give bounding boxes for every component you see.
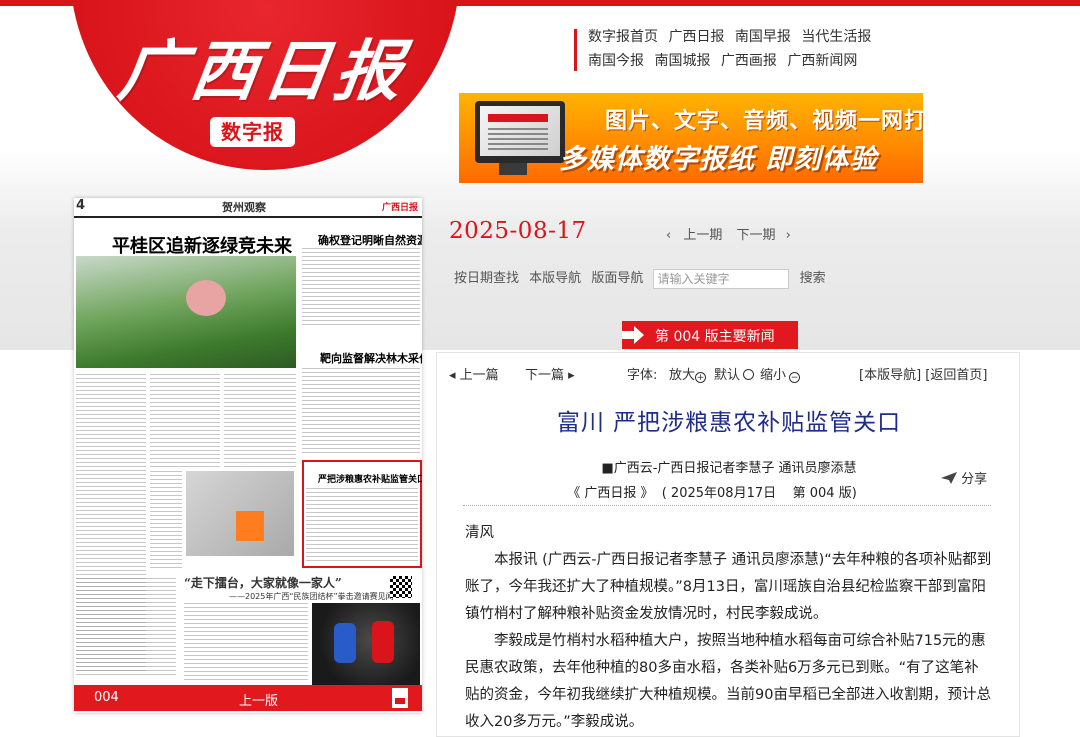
article-nav-links[interactable]: [本版导航] [返回首页] [859,364,987,383]
paper-photo-boxing [312,603,420,685]
multimedia-banner[interactable]: 图片、文字、音频、视频一网打尽! 多媒体数字报纸 即刻体验 [459,93,923,183]
top-nav: 数字报首页 广西日报 南国早报 当代生活报 南国今报 南国城报 广西画报 广西新… [574,26,888,74]
article-paragraph: 李毅成是竹梢村水稻种植大户，按照当地种植水稻每亩可综合补贴715元的惠民惠农政策… [465,633,991,730]
next-issue-link[interactable]: 下一期 [737,228,776,243]
paper-right-title-2[interactable]: 靶向监督解决林木采伐办证难 [320,350,422,366]
paper-lower-title[interactable]: “走下擂台，大家就像一家人” [184,574,342,591]
paper-right-title-1[interactable]: 确权登记明晰自然资源产权 [318,232,422,248]
article-paragraph: 本报讯 (广西云-广西日报记者李慧子 通讯员廖添慧)“去年种粮的各项补贴都到账了… [465,552,992,622]
paper-header: 4 贺州观察 广西日报 [74,198,422,218]
nav-link-nanguo-city[interactable]: 南国城报 [654,53,710,69]
paper-logo: 广西日报 [381,203,418,213]
qr-code-icon [390,576,412,598]
site-logo[interactable]: 广西日报 [113,18,426,114]
search-by-date-link[interactable]: 按日期查找 [454,271,519,286]
nav-link-contemporary-life[interactable]: 当代生活报 [801,29,871,45]
nav-link-nanguo-morning[interactable]: 南国早报 [735,29,791,45]
text-column [302,368,420,456]
paper-photo-greenhouse [76,256,296,368]
article-byline: ■广西云-广西日报记者李慧子 通讯员廖添慧 [601,461,857,476]
newspaper-page-thumbnail[interactable]: 4 贺州观察 广西日报 平桂区追新逐绿竞未来 确权登记明晰自然资源产权 靶向监督… [74,198,422,713]
paper-footer-page: 004 [94,690,119,705]
paper-highlight-title[interactable]: 严把涉粮惠农补贴监管关口 [318,472,422,485]
nav-row-1: 数字报首页 广西日报 南国早报 当代生活报 [588,26,888,50]
chevron-right-icon[interactable]: › [786,228,791,243]
issue-nav: ‹ 上一期 下一期 › [666,224,791,243]
article-body: 清风 本报讯 (广西云-广西日报记者李慧子 通讯员廖添慧)“去年种粮的各项补贴都… [465,520,993,736]
article-source: 《 广西日报 》 ( 2025年08月17日 第 004 版) [567,486,857,501]
text-column [150,471,182,569]
paper-main-title[interactable]: 平桂区追新逐绿竞未来 [112,232,292,258]
font-smaller-button[interactable]: 缩小 − [760,364,801,383]
version-news-tag: 第 004 版主要新闻 [622,321,798,349]
arrow-right-icon [622,326,644,344]
monitor-stand [499,163,527,175]
prev-page-link[interactable]: 上一版 [239,690,278,709]
article-headline: 富川 严把涉粮惠农补贴监管关口 [556,410,902,436]
nav-row-2: 南国今报 南国城报 广西画报 广西新闻网 [588,50,888,74]
logo-subtitle: 数字报 [210,117,295,147]
search-row: 按日期查找 本版导航 版面导航 请输入关键字 搜索 [454,267,832,289]
issue-date: 2025-08-17 [449,218,587,244]
paper-photo-workshop [186,471,294,556]
font-default-button[interactable]: 默认 [714,364,755,383]
text-column [150,374,220,468]
text-column [302,248,420,326]
article-column-label: 清风 [465,525,494,541]
nav-link-nanguo-today[interactable]: 南国今报 [588,53,644,69]
prev-issue-link[interactable]: 上一期 [683,228,722,243]
nav-link-guangxi-pictorial[interactable]: 广西画报 [721,53,777,69]
next-article-link[interactable]: 下一篇 ▸ [525,364,575,383]
monitor-icon [475,101,565,163]
page-nav-link[interactable]: 本版导航 [529,271,581,286]
banner-line-1: 图片、文字、音频、视频一网打尽! [605,109,923,134]
nav-link-guangxi-daily[interactable]: 广西日报 [668,29,724,45]
nav-link-gxnews[interactable]: 广西新闻网 [787,53,857,69]
search-button[interactable]: 搜索 [800,271,826,286]
paper-lower-subtitle: ——2025年广西“民族团结杯”拳击邀请赛见闻 [229,592,394,601]
text-column [306,488,418,564]
nav-divider [574,29,577,71]
search-input[interactable]: 请输入关键字 [653,268,790,289]
version-news-label: 第 004 版主要新闻 [655,329,775,345]
dotted-divider [463,505,991,506]
banner-line-2: 多媒体数字报纸 即刻体验 [559,144,878,175]
article-panel: ◂ 上一篇 下一篇 ▸ 字体: 放大 + 默认 缩小 − [本版导航] [返回首页]… [436,352,1020,737]
layout-nav-link[interactable]: 版面导航 [591,271,643,286]
prev-article-link[interactable]: ◂ 上一篇 [449,364,499,383]
text-column [184,603,308,681]
pdf-icon[interactable] [392,688,408,708]
circle-icon [743,369,755,380]
chevron-left-icon[interactable]: ‹ [666,228,671,243]
paper-page-number: 4 [76,198,86,213]
minus-circle-icon: − [789,372,801,383]
plus-circle-icon: + [695,372,707,383]
text-column [76,578,176,678]
paper-section: 贺州观察 [222,201,266,214]
font-bigger-button[interactable]: 放大 + [669,364,707,383]
paper-footer-bar: 004 上一版 [74,685,422,711]
font-size-label: 字体: [627,368,658,383]
text-column [224,374,296,468]
nav-link-digital-home[interactable]: 数字报首页 [588,29,658,45]
